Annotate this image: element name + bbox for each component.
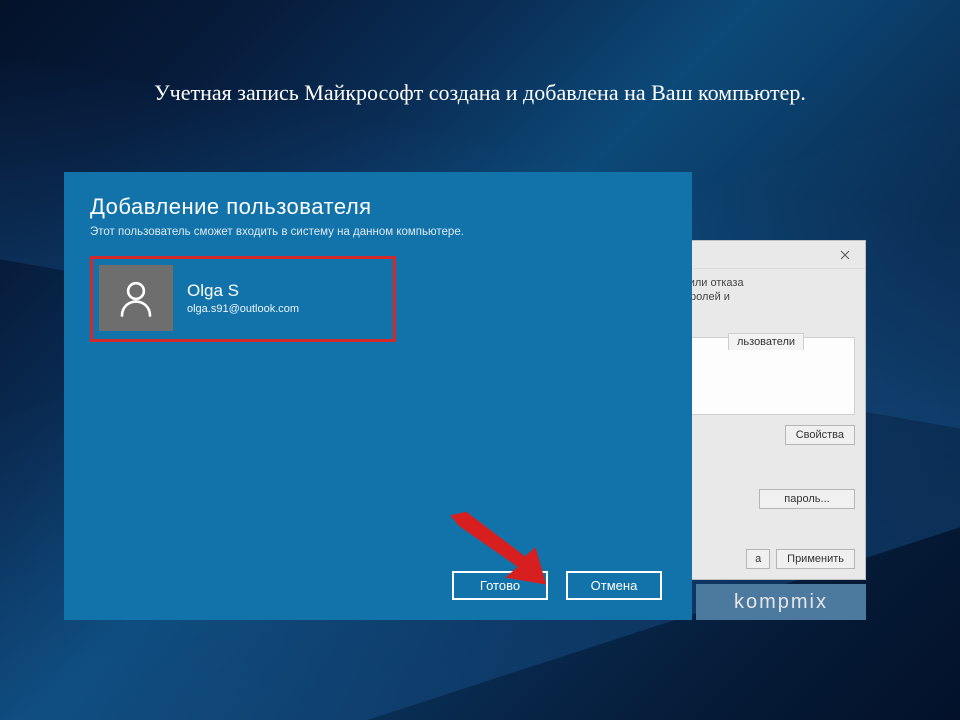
properties-button[interactable]: Свойства [785,425,855,445]
bg-small-button[interactable]: а [746,549,770,569]
bg-users-listbox[interactable]: льзователи [667,337,855,415]
dialog-subtitle: Этот пользователь сможет входить в систе… [90,226,666,238]
watermark: kompmix [696,584,866,620]
bg-text-fragment: ы паролей и [667,291,855,303]
close-icon[interactable] [825,241,865,268]
cancel-button[interactable]: Отмена [566,571,662,600]
apply-button[interactable]: Применить [776,549,855,569]
add-user-dialog: Добавление пользователя Этот пользовател… [64,172,692,620]
slide-caption: Учетная запись Майкрософт создана и доба… [0,80,960,106]
bg-users-tab[interactable]: льзователи [728,333,804,350]
user-card: Olga S olga.s91@outlook.com [90,256,396,342]
screenshot-area: нил или отказа ы паролей и льзователи Св… [64,172,896,620]
user-avatar-icon [99,265,173,331]
user-email: olga.s91@outlook.com [187,303,299,315]
done-button[interactable]: Готово [452,571,548,600]
user-name: Olga S [187,281,299,301]
bg-text-fragment: нил или отказа [667,277,855,289]
dialog-title: Добавление пользователя [90,194,666,220]
bg-text-fragment: иш [667,467,855,479]
password-button[interactable]: пароль... [759,489,855,509]
